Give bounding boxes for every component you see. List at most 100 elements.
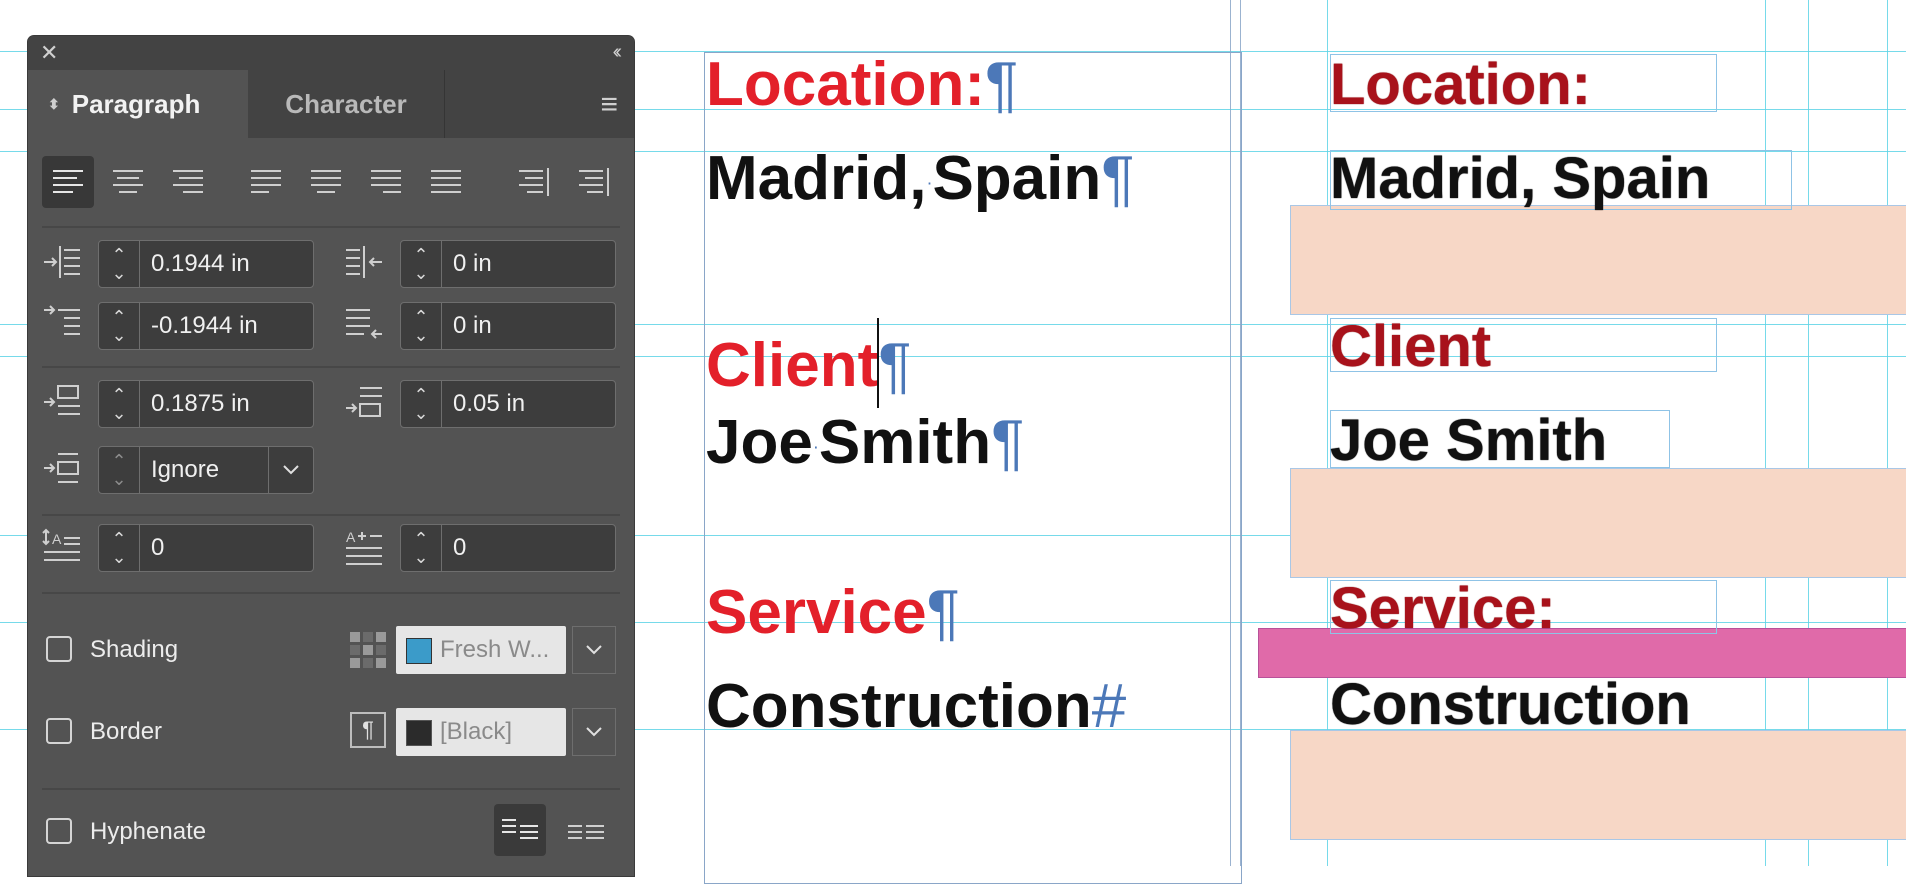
align-to-grid-select[interactable]: ⌃ ⌄ Ignore (98, 446, 314, 494)
doc-heading-service[interactable]: Service¶ (706, 582, 960, 644)
pilcrow-mark: ¶ (878, 331, 912, 400)
chevron-down-icon (586, 727, 602, 737)
align-right-button[interactable] (162, 156, 214, 208)
last-line-right-indent-field[interactable]: ⌃ ⌄ 0 in (400, 302, 616, 350)
align-center-icon (113, 170, 143, 193)
justify-center-icon (311, 170, 341, 193)
align-right-icon (173, 170, 203, 193)
pilcrow-mark: ¶ (991, 408, 1025, 477)
doc-body-service[interactable]: Construction# (706, 676, 1126, 738)
border-label: Border (90, 718, 163, 745)
align-away-from-spine-icon (579, 168, 609, 196)
preview-heading-location: Location: (1330, 52, 1591, 117)
doc-heading-client[interactable]: Client¶ (706, 318, 912, 408)
hyphenate-checkbox[interactable] (46, 818, 72, 844)
space-before-icon (44, 385, 80, 415)
justify-center-button[interactable] (300, 156, 352, 208)
space-after-stepper[interactable]: ⌃ ⌄ (401, 381, 442, 427)
first-line-indent-stepper[interactable]: ⌃ ⌄ (99, 303, 140, 349)
alignment-row (42, 156, 620, 208)
justify-right-icon (371, 170, 401, 193)
shading-swatch-select[interactable]: Fresh W... (396, 626, 566, 674)
justify-all-icon (431, 170, 461, 193)
justify-right-button[interactable] (360, 156, 412, 208)
last-line-right-indent-stepper[interactable]: ⌃ ⌄ (401, 303, 442, 349)
preview-shading-block (1290, 730, 1906, 840)
paragraph-composer-icon (568, 825, 604, 839)
panel-titlebar[interactable]: ✕ ‹‹ (28, 36, 634, 70)
svg-text:A: A (346, 529, 356, 545)
space-after-icon (346, 387, 382, 417)
space-after-field[interactable]: ⌃ ⌄ 0.05 in (400, 380, 616, 428)
pilcrow-mark: ¶ (926, 578, 960, 647)
first-line-indent-field[interactable]: ⌃ ⌄ -0.1944 in (98, 302, 314, 350)
drop-cap-chars-stepper[interactable]: ⌃ ⌄ (401, 525, 442, 571)
panel-menu-icon[interactable]: ≡ (600, 88, 618, 122)
panel-tabs: ⬍ Paragraph Character ≡ (28, 70, 634, 138)
align-to-grid-stepper[interactable]: ⌃ ⌄ (99, 447, 140, 493)
shading-checkbox[interactable] (46, 636, 72, 662)
frame-edge (1240, 0, 1241, 866)
border-swatch-select[interactable]: [Black] (396, 708, 566, 756)
border-dropdown-button[interactable] (572, 708, 616, 756)
right-indent-icon (346, 246, 382, 278)
doc-body-location[interactable]: Madrid,·Spain¶ (706, 148, 1135, 210)
align-left-icon (53, 170, 83, 193)
preview-body-service: Construction (1330, 672, 1691, 737)
align-away-from-spine-button[interactable] (568, 156, 620, 208)
pilcrow-mark: ¶ (1101, 144, 1135, 213)
tab-paragraph[interactable]: ⬍ Paragraph (28, 70, 248, 138)
doc-body-client[interactable]: Joe·Smith¶ (706, 412, 1024, 474)
align-toward-spine-button[interactable] (508, 156, 560, 208)
collapse-icon[interactable]: ‹‹ (613, 41, 623, 64)
tab-character[interactable]: Character (248, 70, 445, 138)
drop-cap-lines-field[interactable]: ⌃ ⌄ 0 (98, 524, 314, 572)
single-line-composer-icon (502, 819, 538, 839)
left-indent-field[interactable]: ⌃ ⌄ 0.1944 in (98, 240, 314, 288)
pilcrow-mark: ¶ (984, 50, 1019, 119)
hyphenate-label: Hyphenate (90, 818, 207, 845)
last-line-right-indent-icon (346, 309, 382, 339)
right-indent-stepper[interactable]: ⌃ ⌄ (401, 241, 442, 287)
chevron-down-icon[interactable] (268, 447, 313, 493)
single-line-composer-button[interactable] (494, 804, 546, 856)
divider (42, 366, 620, 368)
preview-heading-client: Client (1330, 314, 1492, 379)
preview-body-client: Joe Smith (1330, 408, 1608, 473)
justify-all-button[interactable] (420, 156, 472, 208)
shading-dropdown-button[interactable] (572, 626, 616, 674)
left-indent-stepper[interactable]: ⌃ ⌄ (99, 241, 140, 287)
paragraph-border-icon[interactable]: ¶ (350, 712, 386, 748)
justify-left-icon (251, 170, 281, 193)
doc-heading-location[interactable]: Location:¶ (706, 54, 1018, 116)
align-toward-spine-icon (519, 168, 549, 196)
first-line-indent-icon (44, 305, 80, 335)
svg-text:A: A (52, 531, 62, 547)
drop-cap-chars-icon: A (346, 529, 382, 565)
space-before-field[interactable]: ⌃ ⌄ 0.1875 in (98, 380, 314, 428)
paragraph-panel: ✕ ‹‹ ⬍ Paragraph Character ≡ ⌃ ⌄ 0.1944 … (28, 36, 634, 876)
divider (42, 592, 620, 594)
align-center-button[interactable] (102, 156, 154, 208)
chevron-down-icon (586, 645, 602, 655)
border-checkbox[interactable] (46, 718, 72, 744)
drop-cap-lines-icon: A (42, 528, 80, 561)
drop-cap-lines-stepper[interactable]: ⌃ ⌄ (99, 525, 140, 571)
justify-left-button[interactable] (240, 156, 292, 208)
border-color-chip (406, 720, 432, 746)
sort-arrows-icon: ⬍ (48, 95, 60, 112)
align-left-button[interactable] (42, 156, 94, 208)
end-of-story-mark: # (1091, 672, 1127, 741)
swatch-grid-icon[interactable] (348, 630, 388, 670)
preview-heading-service: Service: (1330, 576, 1556, 641)
paragraph-composer-button[interactable] (560, 804, 612, 856)
space-before-stepper[interactable]: ⌃ ⌄ (99, 381, 140, 427)
preview-shading-block (1290, 205, 1906, 315)
left-indent-icon (44, 246, 80, 278)
preview-body-location: Madrid, Spain (1330, 146, 1711, 211)
align-to-grid-icon (44, 453, 79, 483)
drop-cap-chars-field[interactable]: ⌃ ⌄ 0 (400, 524, 616, 572)
right-indent-field[interactable]: ⌃ ⌄ 0 in (400, 240, 616, 288)
close-icon[interactable]: ✕ (40, 40, 58, 66)
divider (42, 514, 620, 516)
